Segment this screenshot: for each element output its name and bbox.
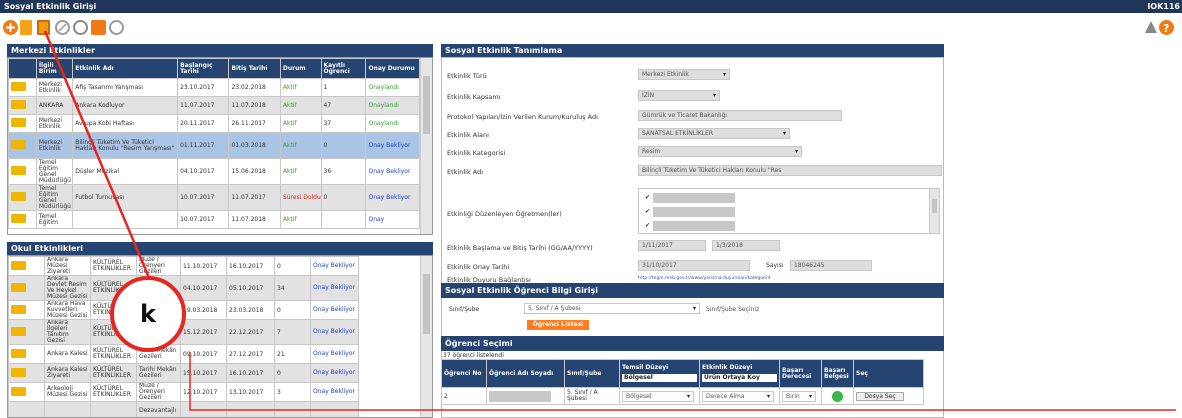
annotation-overlay	[43, 30, 1176, 411]
annotation-letter: k	[140, 300, 156, 328]
annotation-marker: k	[110, 276, 186, 352]
annotation-arrow	[43, 30, 152, 281]
annotation-box	[189, 352, 1176, 411]
